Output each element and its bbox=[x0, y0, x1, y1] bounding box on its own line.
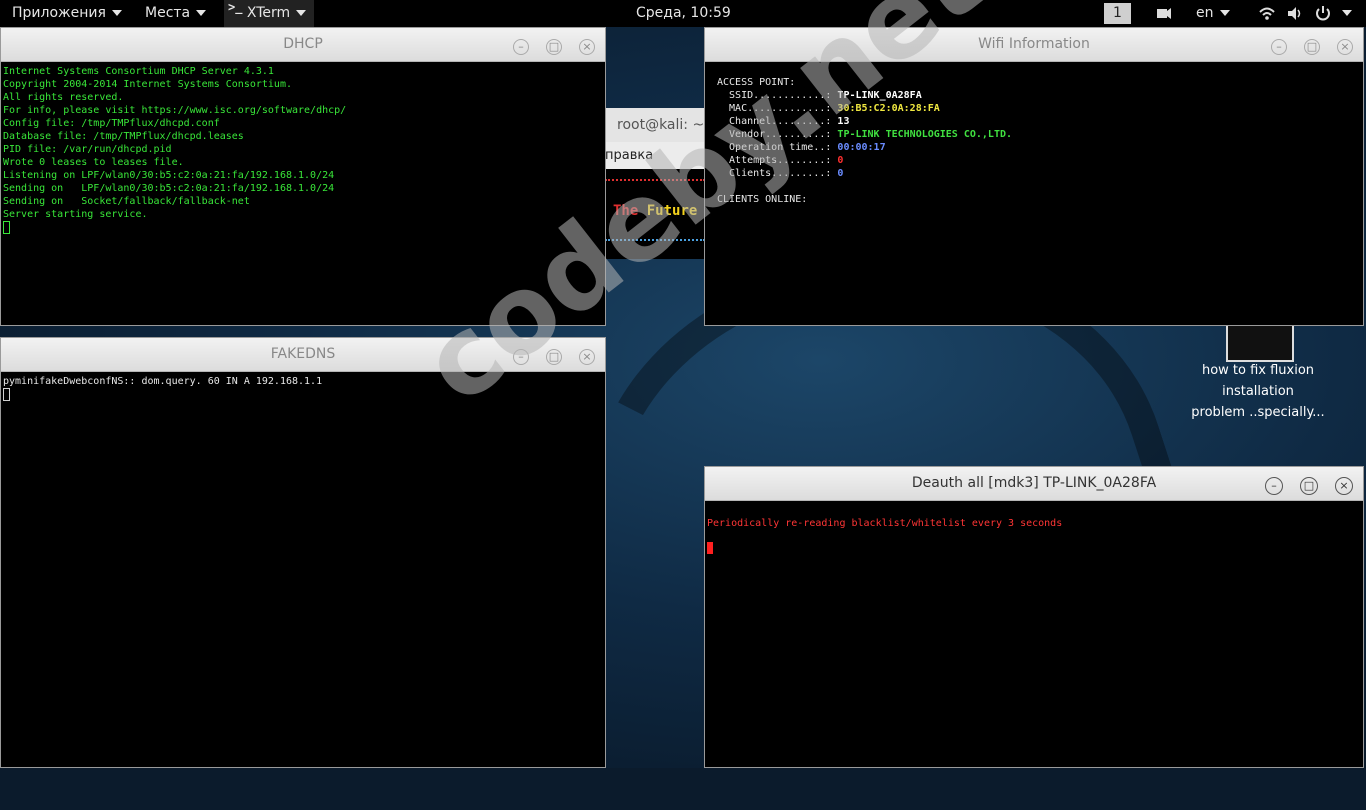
terminal-cursor bbox=[3, 221, 10, 234]
wifi-icon[interactable] bbox=[1258, 0, 1276, 27]
operation-time-value: 00:00:17 bbox=[837, 142, 886, 153]
minimize-icon[interactable]: – bbox=[1271, 39, 1287, 55]
minimize-icon[interactable]: – bbox=[1265, 477, 1283, 495]
terminal-line: pyminifakeDwebconfNS:: dom.query. 60 IN … bbox=[3, 376, 323, 387]
access-point-header: ACCESS POINT: bbox=[717, 77, 796, 88]
ssid-value: TP-LINK_0A28FA bbox=[837, 90, 922, 101]
mac-label: MAC.............: bbox=[717, 103, 838, 114]
banner-divider-top bbox=[605, 179, 705, 185]
maximize-icon[interactable]: □ bbox=[1300, 477, 1318, 495]
banner-text: The Future bbox=[613, 203, 697, 219]
volume-icon[interactable] bbox=[1286, 0, 1304, 27]
maximize-icon[interactable]: □ bbox=[546, 39, 562, 55]
terminal-line: PID file: /var/run/dhcpd.pid bbox=[3, 144, 172, 155]
background-terminal-body: The Future bbox=[605, 169, 705, 259]
deauth-window[interactable]: Deauth all [mdk3] TP-LINK_0A28FA – □ × Per… bbox=[704, 466, 1364, 768]
dhcp-titlebar[interactable]: DHCP – □ × bbox=[1, 28, 605, 62]
chevron-down-icon bbox=[196, 10, 207, 16]
terminal-line: Listening on LPF/wlan0/30:b5:c2:0a:21:fa… bbox=[3, 170, 335, 181]
background-terminal-title: root@kali: ~/ bbox=[605, 108, 705, 142]
chevron-down-icon bbox=[111, 10, 122, 16]
close-icon[interactable]: × bbox=[1335, 477, 1353, 495]
background-terminal-menu-edit[interactable]: правка bbox=[605, 142, 705, 169]
workspace-indicator[interactable]: 1 bbox=[1104, 3, 1131, 24]
terminal-line: Wrote 0 leases to leases file. bbox=[3, 157, 184, 168]
video-file-icon[interactable] bbox=[1226, 324, 1294, 362]
banner-the: The bbox=[613, 203, 639, 219]
ssid-label: SSID............: bbox=[717, 90, 838, 101]
places-label: Места bbox=[145, 5, 191, 21]
power-icon[interactable] bbox=[1314, 0, 1332, 27]
attempts-value: 0 bbox=[837, 155, 844, 166]
terminal-line: Database file: /tmp/TMPflux/dhcpd.leases bbox=[3, 131, 244, 142]
terminal-icon: >_ bbox=[228, 0, 243, 14]
wifi-titlebar[interactable]: Wifi Information – □ × bbox=[705, 28, 1363, 62]
terminal-line: Copyright 2004-2014 Internet Systems Con… bbox=[3, 79, 292, 90]
terminal-cursor bbox=[3, 388, 10, 401]
vendor-value: TP-LINK TECHNOLOGIES CO.,LTD. bbox=[837, 129, 1013, 140]
deauth-titlebar[interactable]: Deauth all [mdk3] TP-LINK_0A28FA – □ × bbox=[705, 467, 1363, 501]
close-icon[interactable]: × bbox=[1337, 39, 1353, 55]
language-label: en bbox=[1196, 5, 1214, 21]
channel-label: Channel.........: bbox=[717, 116, 838, 127]
close-icon[interactable]: × bbox=[579, 349, 595, 365]
wifi-info-window[interactable]: Wifi Information – □ × ACCESS POINT: SSID.… bbox=[704, 27, 1364, 326]
maximize-icon[interactable]: □ bbox=[546, 349, 562, 365]
top-panel: Приложения Места >_ XTerm Среда, 10:59 1… bbox=[0, 0, 1366, 27]
maximize-icon[interactable]: □ bbox=[1304, 39, 1320, 55]
minimize-icon[interactable]: – bbox=[513, 39, 529, 55]
vendor-label: Vendor..........: bbox=[717, 129, 838, 140]
chevron-down-icon bbox=[296, 10, 307, 16]
desktop-icon-label[interactable]: how to fix fluxion installation problem … bbox=[1178, 360, 1338, 423]
dhcp-terminal-output[interactable]: Internet Systems Consortium DHCP Server … bbox=[1, 62, 605, 241]
places-menu[interactable]: Места bbox=[145, 0, 207, 27]
icon-label-line: how to fix fluxion bbox=[1201, 363, 1315, 378]
applications-label: Приложения bbox=[12, 5, 106, 21]
xterm-app-menu[interactable]: >_ XTerm bbox=[224, 0, 315, 27]
wifi-terminal-output[interactable]: ACCESS POINT: SSID............: TP-LINK_… bbox=[705, 62, 1363, 206]
fakedns-window[interactable]: FAKEDNS – □ × pyminifakeDwebconfNS:: dom.q… bbox=[0, 337, 606, 768]
terminal-line: Periodically re-reading blacklist/whitel… bbox=[707, 518, 1063, 529]
applications-menu[interactable]: Приложения bbox=[12, 0, 122, 27]
channel-value: 13 bbox=[837, 116, 850, 127]
background-terminal-window[interactable]: root@kali: ~/ правка The Future bbox=[605, 108, 705, 608]
icon-label-line: installation bbox=[1222, 384, 1294, 399]
terminal-line: Sending on Socket/fallback/fallback-net bbox=[3, 196, 250, 207]
clients-value: 0 bbox=[837, 168, 844, 179]
clients-online-header: CLIENTS ONLINE: bbox=[717, 194, 808, 205]
terminal-line: Config file: /tmp/TMPflux/dhcpd.conf bbox=[3, 118, 220, 129]
fakedns-titlebar[interactable]: FAKEDNS – □ × bbox=[1, 338, 605, 372]
icon-label-line: problem ..specially... bbox=[1191, 405, 1325, 420]
clients-label: Clients.........: bbox=[717, 168, 838, 179]
banner-future: Future bbox=[646, 203, 698, 219]
close-icon[interactable]: × bbox=[579, 39, 595, 55]
attempts-label: Attempts........: bbox=[717, 155, 838, 166]
operation-time-label: Operation time..: bbox=[717, 142, 838, 153]
xterm-label: XTerm bbox=[246, 5, 291, 21]
terminal-line: Server starting service. bbox=[3, 209, 148, 220]
terminal-line: Sending on LPF/wlan0/30:b5:c2:0a:21:fa/1… bbox=[3, 183, 335, 194]
chevron-down-icon bbox=[1219, 10, 1230, 16]
fakedns-terminal-output[interactable]: pyminifakeDwebconfNS:: dom.query. 60 IN … bbox=[1, 372, 605, 408]
dhcp-window[interactable]: DHCP – □ × Internet Systems Consortium DHC… bbox=[0, 27, 606, 326]
keyboard-layout-menu[interactable]: en bbox=[1196, 0, 1230, 27]
minimize-icon[interactable]: – bbox=[513, 349, 529, 365]
system-menu-chevron-down-icon[interactable] bbox=[1336, 0, 1352, 27]
terminal-line: Internet Systems Consortium DHCP Server … bbox=[3, 66, 274, 77]
terminal-line: For info, please visit https://www.isc.o… bbox=[3, 105, 347, 116]
terminal-line: All rights reserved. bbox=[3, 92, 124, 103]
deauth-terminal-output[interactable]: Periodically re-reading blacklist/whitel… bbox=[705, 501, 1363, 561]
banner-divider-bottom bbox=[605, 239, 705, 245]
terminal-cursor bbox=[707, 542, 713, 554]
camera-icon[interactable] bbox=[1156, 0, 1172, 27]
clock[interactable]: Среда, 10:59 bbox=[636, 0, 731, 27]
mac-value: 30:B5:C2:0A:28:FA bbox=[837, 103, 940, 114]
